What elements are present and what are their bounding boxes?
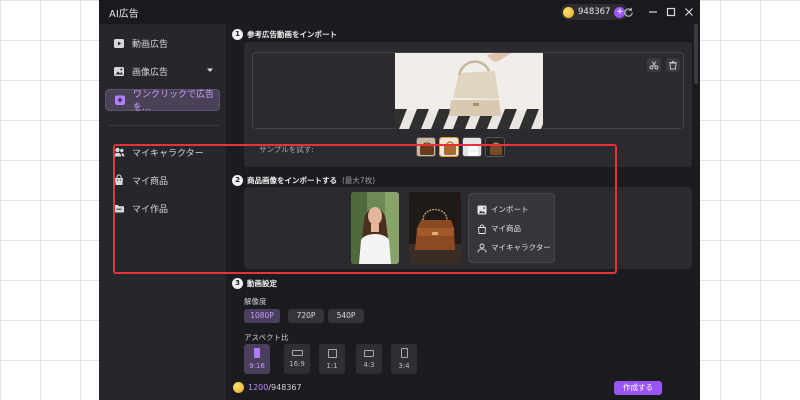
resolution-720p-button[interactable]: 720P [288, 309, 324, 323]
aspect-ratio-label: アスペクト比 [244, 333, 289, 342]
resolution-label: 解像度 [244, 297, 267, 306]
aspect-label: 16:9 [289, 360, 305, 368]
aspect-label: 4:3 [363, 360, 375, 369]
image-ad-icon [113, 65, 125, 77]
aspect-16-9-button[interactable]: 16:9 [284, 344, 310, 374]
credits-badge[interactable]: 948367 + [561, 4, 629, 20]
aspect-shape [254, 348, 260, 358]
cost-indicator: 1200/948367 [233, 382, 302, 393]
video-ad-icon [113, 37, 125, 49]
sidebar-item-image-ad[interactable]: 画像広告 [105, 60, 220, 82]
aspect-4-3-button[interactable]: 4:3 [356, 344, 382, 374]
cost-total: /948367 [268, 383, 302, 392]
minimize-icon[interactable] [646, 5, 660, 19]
maximize-icon[interactable] [664, 5, 678, 19]
sidebar-divider [109, 125, 219, 126]
sidebar-item-label: ワンクリックで広告を... [133, 90, 215, 113]
sidebar-item-one-click-ad[interactable]: ワンクリックで広告を... [105, 89, 220, 113]
aspect-1-1-button[interactable]: 1:1 [319, 344, 345, 374]
scissors-icon[interactable] [647, 58, 661, 72]
aspect-shape [327, 348, 337, 358]
create-button[interactable]: 作成する [614, 381, 662, 395]
step-1-heading: 1 参考広告動画をインポート [232, 29, 337, 40]
aspect-shape [291, 350, 303, 356]
aspect-9-16-button[interactable]: 9:16 [244, 344, 270, 374]
reference-video-thumbnail[interactable] [395, 53, 543, 129]
step-number: 3 [232, 278, 243, 289]
step-title: 参考広告動画をインポート [247, 30, 337, 39]
aspect-label: 3:4 [398, 362, 410, 370]
aspect-label: 1:1 [326, 361, 338, 370]
highlight-frame [113, 144, 617, 274]
sidebar-item-video-ad[interactable]: 動画広告 [105, 32, 220, 54]
coin-icon [233, 382, 244, 393]
step-3-heading: 3 動画設定 [232, 278, 277, 289]
cost-used: 1200 [248, 383, 269, 392]
footer-bar: 1200/948367 作成する [226, 377, 700, 400]
credits-value: 948367 [578, 7, 611, 17]
aspect-shape [364, 349, 374, 357]
aspect-3-4-button[interactable]: 3:4 [391, 344, 417, 374]
reference-video-area[interactable] [252, 52, 684, 129]
coin-icon [563, 6, 574, 18]
trash-icon[interactable] [666, 58, 680, 72]
close-icon[interactable] [682, 5, 696, 19]
step-title: 動画設定 [247, 279, 277, 288]
refresh-icon[interactable] [621, 5, 635, 19]
sidebar-item-label: 動画広告 [132, 39, 169, 50]
aspect-label: 9:16 [249, 362, 265, 370]
chevron-down-icon[interactable] [206, 66, 214, 77]
aspect-shape [400, 348, 408, 358]
resolution-1080p-button[interactable]: 1080P [244, 309, 280, 323]
app-title: AI広告 [109, 9, 139, 20]
step-number: 1 [232, 29, 243, 40]
sidebar-item-label: 画像広告 [132, 67, 169, 78]
resolution-540p-button[interactable]: 540P [328, 309, 364, 323]
one-click-ad-icon [114, 94, 126, 106]
scrollbar[interactable] [694, 24, 698, 84]
title-bar: AI広告 948367 + [99, 0, 700, 24]
